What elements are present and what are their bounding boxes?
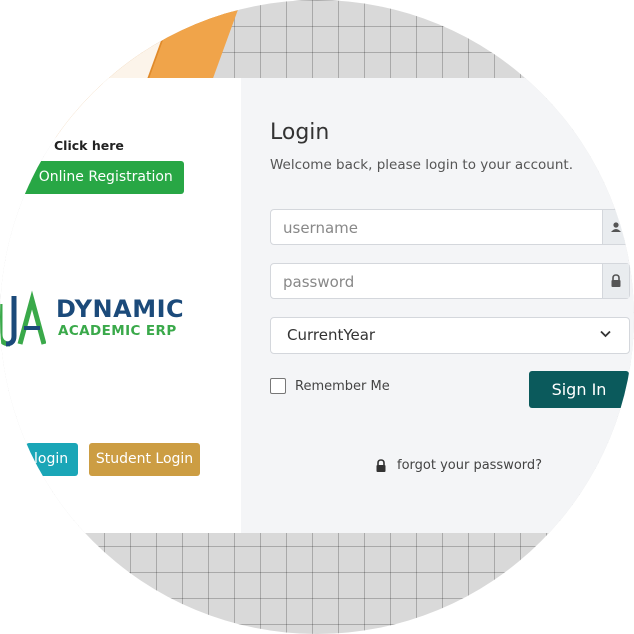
remember-me-checkbox[interactable] (270, 378, 286, 394)
login-subtitle: Welcome back, please login to your accou… (270, 157, 573, 173)
circular-frame: Click here y Online Registration DYNAMIC… (0, 0, 634, 634)
remember-me-label: Remember Me (295, 378, 390, 394)
click-here-label: Click here (54, 138, 124, 153)
forgot-password-label[interactable]: forgot your password? (397, 458, 542, 473)
brand-name: DYNAMIC (56, 295, 185, 323)
staff-login-button[interactable]: login (26, 443, 78, 476)
password-field[interactable] (270, 263, 630, 300)
stage: Click here y Online Registration DYNAMIC… (0, 0, 634, 634)
lock-icon (602, 264, 629, 298)
year-select[interactable]: CurrentYear (270, 317, 630, 354)
username-field[interactable] (270, 209, 630, 246)
online-registration-button[interactable]: y Online Registration (20, 161, 184, 194)
chevron-down-icon (600, 330, 611, 338)
lock-icon (376, 458, 386, 472)
login-title: Login (270, 120, 330, 145)
logo-icon (0, 290, 46, 347)
username-input[interactable] (271, 210, 605, 246)
remember-me[interactable]: Remember Me (270, 378, 390, 394)
year-select-value: CurrentYear (287, 326, 376, 344)
user-icon (602, 210, 629, 244)
student-login-button[interactable]: Student Login (89, 443, 200, 476)
brand-tagline: ACADEMIC ERP (58, 323, 177, 339)
forgot-password-link[interactable]: forgot your password? (375, 458, 542, 473)
password-input[interactable] (271, 264, 605, 300)
sign-in-button[interactable]: Sign In (529, 371, 629, 408)
